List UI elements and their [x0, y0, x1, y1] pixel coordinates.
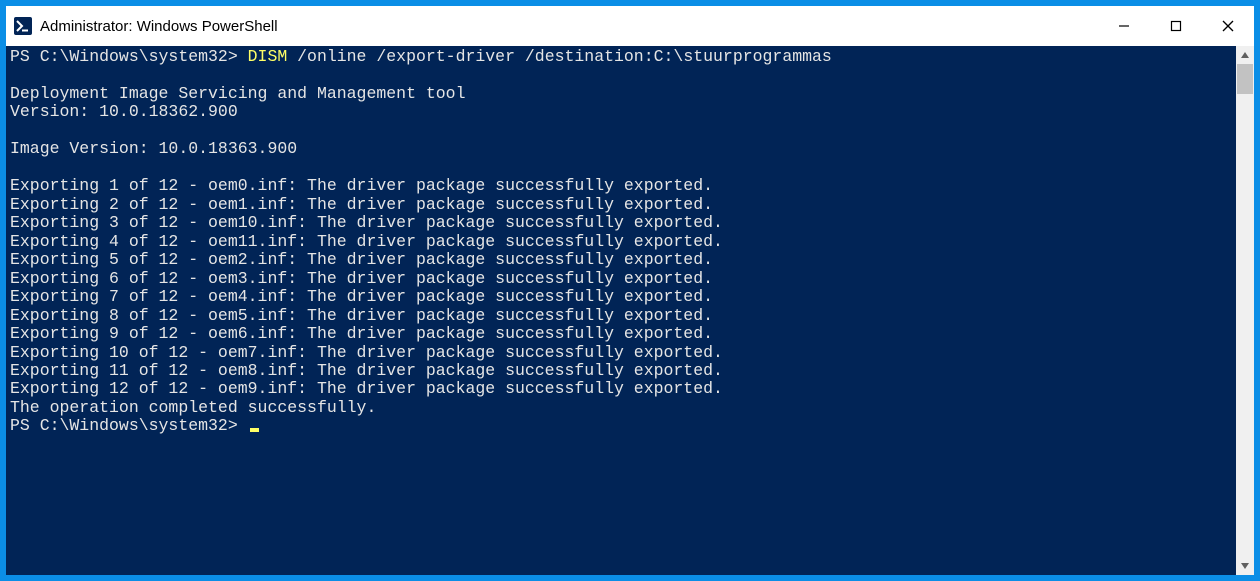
- output-line: [10, 66, 1232, 84]
- output-line: Exporting 5 of 12 - oem2.inf: The driver…: [10, 251, 1232, 269]
- scroll-thumb[interactable]: [1237, 64, 1253, 94]
- titlebar[interactable]: Administrator: Windows PowerShell: [6, 6, 1254, 46]
- output-line: Exporting 9 of 12 - oem6.inf: The driver…: [10, 325, 1232, 343]
- scroll-up-arrow-icon[interactable]: [1236, 46, 1254, 64]
- prompt: PS C:\Windows\system32>: [10, 47, 248, 66]
- powershell-icon: [14, 17, 32, 35]
- prompt: PS C:\Windows\system32>: [10, 416, 248, 435]
- scroll-track[interactable]: [1236, 64, 1254, 557]
- window-title: Administrator: Windows PowerShell: [40, 18, 278, 35]
- output-line: Exporting 4 of 12 - oem11.inf: The drive…: [10, 233, 1232, 251]
- client-area: PS C:\Windows\system32> DISM /online /ex…: [6, 46, 1254, 575]
- scroll-down-arrow-icon[interactable]: [1236, 557, 1254, 575]
- maximize-button[interactable]: [1150, 6, 1202, 46]
- output-line: Deployment Image Servicing and Managemen…: [10, 85, 1232, 103]
- output-line: Exporting 10 of 12 - oem7.inf: The drive…: [10, 344, 1232, 362]
- output-line: Exporting 12 of 12 - oem9.inf: The drive…: [10, 380, 1232, 398]
- close-button[interactable]: [1202, 6, 1254, 46]
- prompt-line: PS C:\Windows\system32>: [10, 417, 1232, 435]
- cursor-icon: [250, 428, 259, 432]
- command-keyword: DISM: [248, 47, 288, 66]
- output-line: Exporting 11 of 12 - oem8.inf: The drive…: [10, 362, 1232, 380]
- command-args: /online /export-driver /destination:C:\s…: [287, 47, 832, 66]
- output-line: The operation completed successfully.: [10, 399, 1232, 417]
- output-line: Exporting 3 of 12 - oem10.inf: The drive…: [10, 214, 1232, 232]
- minimize-button[interactable]: [1098, 6, 1150, 46]
- output-line: Version: 10.0.18362.900: [10, 103, 1232, 121]
- output-line: [10, 122, 1232, 140]
- output-line: Image Version: 10.0.18363.900: [10, 140, 1232, 158]
- output-line: [10, 159, 1232, 177]
- output-line: Exporting 6 of 12 - oem3.inf: The driver…: [10, 270, 1232, 288]
- command-line: PS C:\Windows\system32> DISM /online /ex…: [10, 48, 1232, 66]
- output-line: Exporting 7 of 12 - oem4.inf: The driver…: [10, 288, 1232, 306]
- powershell-window: Administrator: Windows PowerShell PS C:\…: [6, 6, 1254, 575]
- output-line: Exporting 8 of 12 - oem5.inf: The driver…: [10, 307, 1232, 325]
- output-line: Exporting 2 of 12 - oem1.inf: The driver…: [10, 196, 1232, 214]
- terminal-output[interactable]: PS C:\Windows\system32> DISM /online /ex…: [6, 46, 1236, 575]
- output-line: Exporting 1 of 12 - oem0.inf: The driver…: [10, 177, 1232, 195]
- vertical-scrollbar[interactable]: [1236, 46, 1254, 575]
